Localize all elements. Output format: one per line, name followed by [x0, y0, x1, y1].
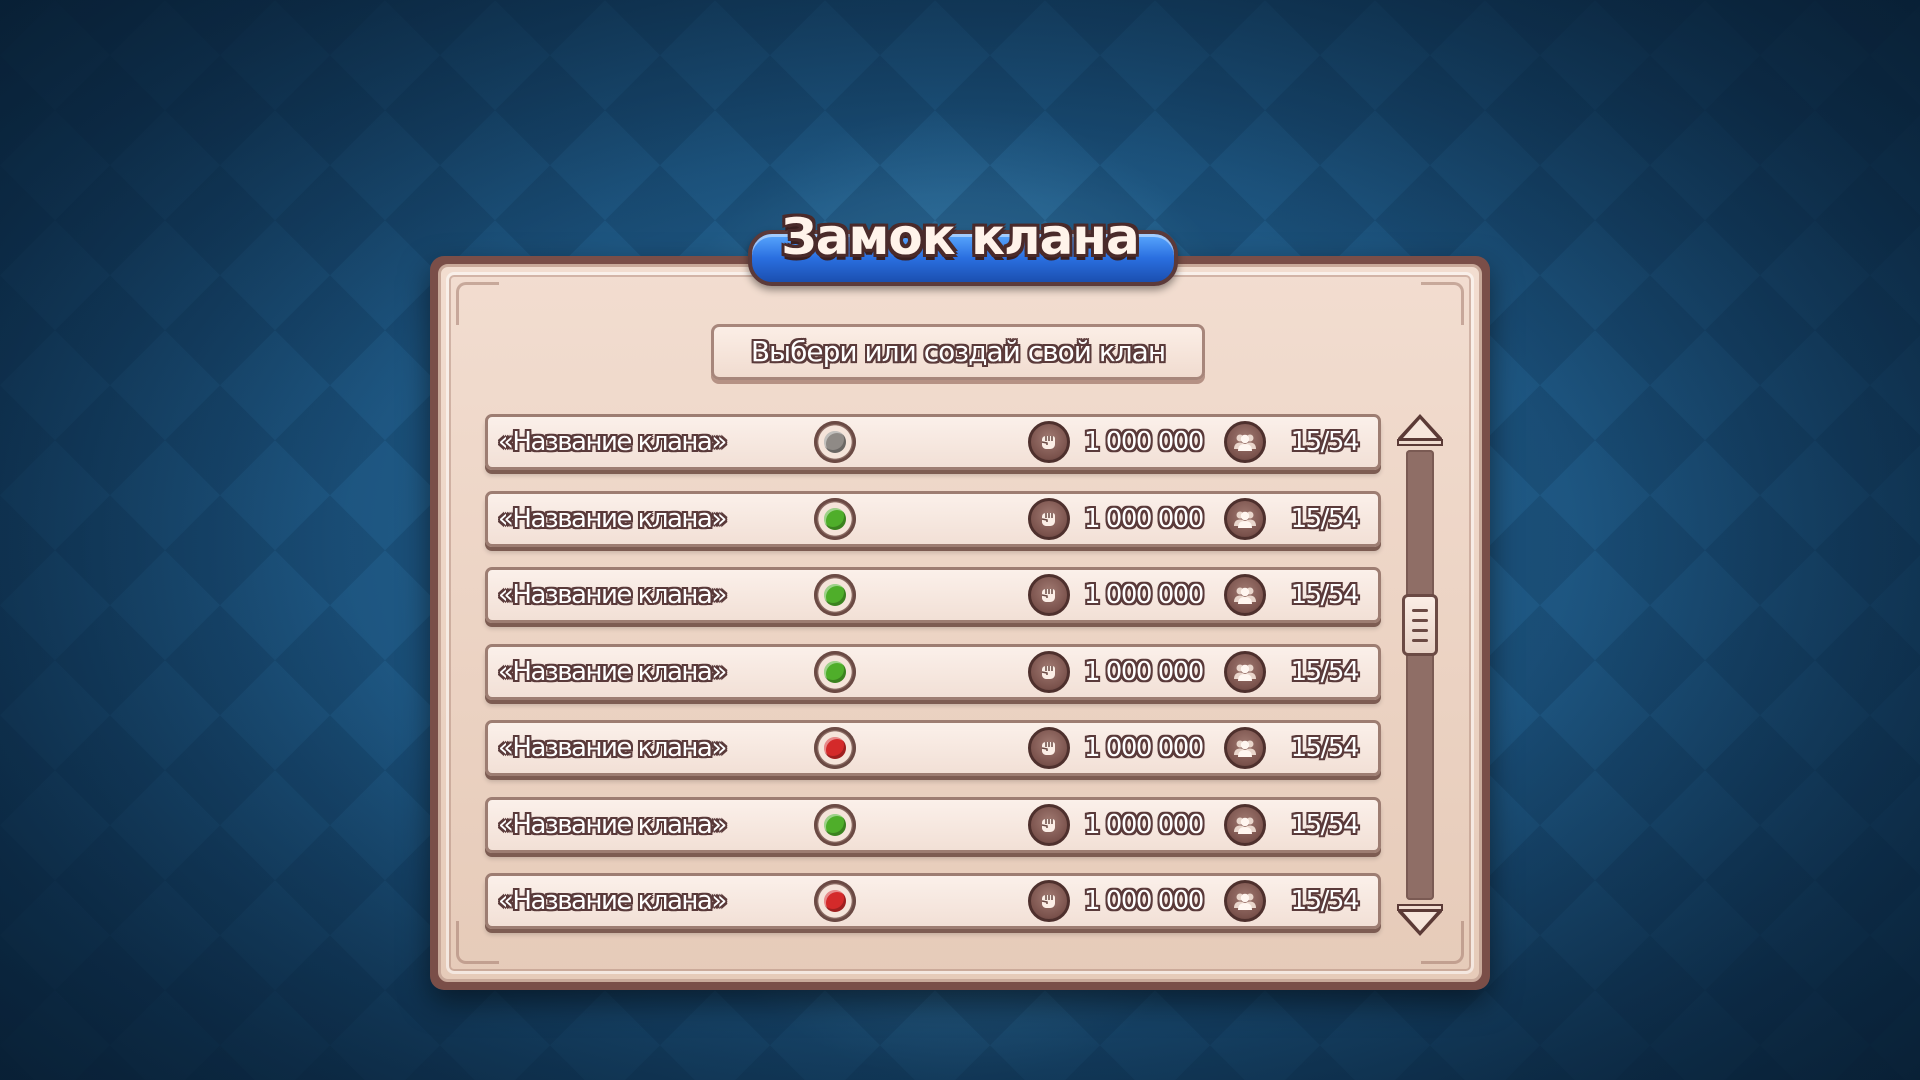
- arrow-down-icon: [1397, 904, 1443, 936]
- members-icon: [1224, 727, 1266, 769]
- clan-name: «Название клана»: [498, 809, 727, 840]
- scroll-thumb[interactable]: [1402, 593, 1438, 656]
- clan-status-indicator: [814, 574, 856, 616]
- clan-members-count: 15/54: [1290, 656, 1360, 687]
- clan-row[interactable]: «Название клана» 1 000 000 15/54: [485, 490, 1381, 547]
- fist-icon: [1028, 803, 1070, 846]
- clan-power-value: 1 000 000: [1084, 656, 1204, 687]
- members-icon: [1224, 880, 1266, 922]
- corner-ornament-top-left: [456, 282, 499, 325]
- members-icon: [1224, 803, 1266, 846]
- members-icon: [1224, 650, 1266, 693]
- members-icon: [1224, 497, 1266, 540]
- fist-icon: [1028, 421, 1070, 463]
- clan-name: «Название клана»: [498, 503, 727, 534]
- clan-power-value: 1 000 000: [1084, 886, 1204, 916]
- scroll-track[interactable]: [1406, 450, 1434, 900]
- clan-status-indicator: [814, 727, 856, 769]
- clan-name: «Название клана»: [498, 656, 727, 687]
- clan-members-count: 15/54: [1290, 809, 1360, 840]
- members-icon: [1224, 574, 1266, 616]
- status-gem-icon: [824, 890, 846, 912]
- clan-name: «Название клана»: [498, 886, 727, 916]
- clan-name: «Название клана»: [498, 427, 727, 457]
- clan-status-indicator: [814, 421, 856, 463]
- clan-name: «Название клана»: [498, 733, 727, 763]
- clan-members-count: 15/54: [1290, 580, 1360, 610]
- fist-icon: [1028, 574, 1070, 616]
- clan-row[interactable]: «Название клана» 1 000 000 15/54: [485, 796, 1381, 853]
- clan-status-indicator: [814, 880, 856, 922]
- corner-ornament-top-right: [1421, 282, 1464, 325]
- fist-icon: [1028, 497, 1070, 540]
- scrollbar[interactable]: [1394, 410, 1446, 940]
- clan-power-value: 1 000 000: [1084, 580, 1204, 610]
- fist-icon: [1028, 727, 1070, 769]
- members-icon: [1224, 421, 1266, 463]
- clan-power-value: 1 000 000: [1084, 503, 1204, 534]
- subtitle-label: Выбери или создай свой клан: [711, 324, 1205, 380]
- clan-status-indicator: [814, 803, 856, 846]
- status-gem-icon: [824, 507, 846, 530]
- clan-members-count: 15/54: [1290, 733, 1360, 763]
- clan-row[interactable]: «Название клана» 1 000 000 15/54: [485, 414, 1381, 470]
- scroll-down-button[interactable]: [1394, 900, 1446, 940]
- clan-power-value: 1 000 000: [1084, 733, 1204, 763]
- thumb-grip-line: [1412, 638, 1428, 642]
- clan-members-count: 15/54: [1290, 503, 1360, 534]
- clan-row[interactable]: «Название клана» 1 000 000 15/54: [485, 720, 1381, 776]
- status-gem-icon: [824, 660, 846, 683]
- fist-icon: [1028, 880, 1070, 922]
- clan-row[interactable]: «Название клана» 1 000 000 15/54: [485, 643, 1381, 700]
- thumb-grip-line: [1412, 608, 1428, 612]
- fist-icon: [1028, 650, 1070, 693]
- clan-members-count: 15/54: [1290, 427, 1360, 457]
- thumb-grip-line: [1412, 628, 1428, 632]
- clan-status-indicator: [814, 650, 856, 693]
- thumb-grip-line: [1412, 618, 1428, 622]
- clan-name: «Название клана»: [498, 580, 727, 610]
- status-gem-icon: [824, 431, 846, 453]
- clan-power-value: 1 000 000: [1084, 809, 1204, 840]
- clan-row[interactable]: «Название клана» 1 000 000 15/54: [485, 873, 1381, 929]
- clan-members-count: 15/54: [1290, 886, 1360, 916]
- arrow-up-icon: [1397, 414, 1443, 446]
- status-gem-icon: [824, 813, 846, 836]
- scroll-up-button[interactable]: [1394, 410, 1446, 450]
- clan-list: «Название клана» 1 000 000 15/54 «Назван…: [485, 414, 1381, 950]
- status-gem-icon: [824, 737, 846, 759]
- status-gem-icon: [824, 584, 846, 606]
- clan-power-value: 1 000 000: [1084, 427, 1204, 457]
- clan-status-indicator: [814, 497, 856, 540]
- clan-row[interactable]: «Название клана» 1 000 000 15/54: [485, 567, 1381, 623]
- page-title: Замок клана: [781, 208, 1139, 266]
